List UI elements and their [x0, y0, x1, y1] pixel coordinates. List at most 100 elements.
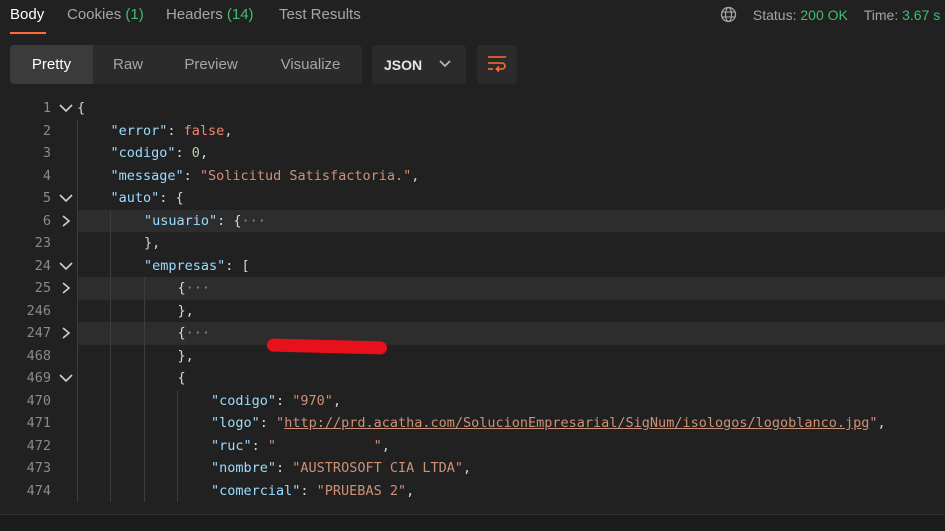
code-text: "usuario": {··· [144, 210, 266, 233]
format-dropdown[interactable]: JSON [372, 45, 466, 84]
code-text: "message": "Solicitud Satisfactoria.", [111, 165, 420, 188]
code-token: " [276, 415, 285, 431]
line-number: 6 [42, 212, 51, 229]
code-line: 3 "codigo": 0, [0, 142, 945, 165]
code-token: { [177, 280, 186, 296]
line-number: 23 [34, 235, 51, 251]
code-token: false [183, 122, 225, 139]
code-token: ··· [185, 325, 211, 341]
tab-body-label: Body [10, 6, 45, 23]
indent-guide [110, 209, 111, 502]
fold-collapsed-chevron-icon[interactable] [58, 214, 74, 227]
code-token: { [77, 100, 86, 116]
code-token: }, [177, 302, 194, 319]
code-token: "970" [292, 392, 333, 409]
code-token: "AUSTROSOFT CIA LTDA" [292, 460, 463, 476]
code-text: "ruc": " ", [211, 435, 390, 458]
indent-guide [177, 389, 178, 502]
code-text: "empresas": [ [144, 255, 250, 278]
view-preview-button[interactable]: Preview [163, 45, 259, 84]
json-response-viewer[interactable]: 1{2 "error": false, 3 "codigo": 0, 4 "message… [0, 97, 945, 512]
code-token: : [175, 145, 192, 161]
code-token: }, [144, 235, 161, 251]
fold-expanded-chevron-icon[interactable] [58, 102, 74, 114]
line-number: 471 [26, 415, 51, 431]
fold-collapsed-chevron-icon[interactable] [58, 327, 74, 339]
fold-expanded-chevron-icon[interactable] [58, 372, 74, 384]
tab-test-results-label: Test Results [279, 6, 361, 23]
view-pretty-button[interactable]: Pretty [10, 45, 93, 84]
wrap-lines-icon [488, 56, 506, 73]
code-token: : [259, 415, 277, 431]
fold-expanded-chevron-icon[interactable] [58, 192, 74, 204]
code-line: 474 "comercial": "PRUEBAS 2", [0, 480, 945, 503]
code-token: "PRUEBAS 2" [316, 482, 407, 499]
chevron-down-icon [439, 60, 451, 68]
code-token: : { [217, 212, 242, 229]
code-token: " " [267, 437, 382, 454]
code-line: 473 "nombre": "AUSTROSOFT CIA LTDA", [0, 457, 945, 480]
code-text: "comercial": "PRUEBAS 2", [211, 480, 414, 503]
code-token: "auto" [110, 190, 160, 206]
view-raw-button[interactable]: Raw [93, 45, 163, 84]
code-token: "error" [110, 122, 168, 139]
code-token: : [ [225, 257, 250, 274]
code-token: : { [159, 190, 184, 206]
code-token: , [462, 460, 472, 476]
code-token: ··· [185, 280, 211, 296]
code-line: 1{ [0, 97, 945, 120]
code-token: , [877, 415, 886, 431]
line-number: 474 [26, 482, 51, 499]
code-line: 468}, [0, 345, 945, 368]
code-token: , [332, 392, 342, 409]
code-token: : [251, 437, 268, 454]
fold-collapsed-chevron-icon[interactable] [58, 282, 74, 294]
code-token: "nombre" [211, 460, 277, 476]
code-token: : [300, 482, 317, 499]
code-token: 0 [191, 145, 200, 161]
line-number: 1 [42, 100, 51, 116]
code-token: { [177, 325, 186, 341]
line-number: 3 [42, 145, 51, 161]
tab-headers-label: Headers [166, 6, 223, 23]
tab-body[interactable]: Body [10, 6, 44, 23]
code-token: : [276, 392, 293, 409]
code-text: "error": false, [111, 120, 233, 143]
code-text: "nombre": "AUSTROSOFT CIA LTDA", [211, 457, 471, 480]
globe-icon[interactable] [720, 6, 737, 26]
wrap-lines-button[interactable] [477, 45, 517, 84]
code-line: 4 "message": "Solicitud Satisfactoria.", [0, 165, 945, 188]
code-text: }, [144, 232, 160, 255]
indent-guide [77, 119, 78, 502]
code-text: "auto": { [111, 187, 184, 210]
tab-test-results[interactable]: Test Results [279, 6, 361, 23]
active-tab-indicator [10, 32, 46, 34]
code-token: { [177, 370, 186, 386]
status-value[interactable]: 200 OK [800, 7, 847, 23]
view-visualize-button[interactable]: Visualize [259, 45, 362, 84]
line-number: 473 [26, 460, 51, 476]
code-token: , [406, 482, 415, 499]
code-line: 247 {··· [0, 322, 945, 345]
code-line: 2 "error": false, [0, 120, 945, 143]
line-number: 470 [26, 392, 51, 409]
code-token: "codigo" [110, 145, 176, 161]
tab-cookies-count: (1) [125, 6, 144, 23]
code-token: "codigo" [211, 392, 277, 409]
code-token: }, [177, 347, 194, 364]
code-line: 23}, [0, 232, 945, 255]
time-value[interactable]: 3.67 s [902, 7, 940, 23]
line-number: 5 [42, 190, 51, 206]
code-token: , [199, 145, 209, 161]
code-text: {··· [178, 322, 211, 345]
tab-headers[interactable]: Headers (14) [166, 6, 254, 23]
code-text: {··· [178, 277, 211, 300]
url-link[interactable]: http://prd.acatha.com/SolucionEmpresaria… [284, 415, 869, 431]
line-number: 2 [42, 122, 51, 139]
line-number: 4 [42, 167, 51, 184]
line-number: 468 [26, 347, 51, 364]
code-line: 246}, [0, 300, 945, 323]
fold-expanded-chevron-icon[interactable] [58, 260, 74, 272]
code-token: "empresas" [144, 257, 226, 274]
tab-cookies[interactable]: Cookies (1) [67, 6, 144, 23]
